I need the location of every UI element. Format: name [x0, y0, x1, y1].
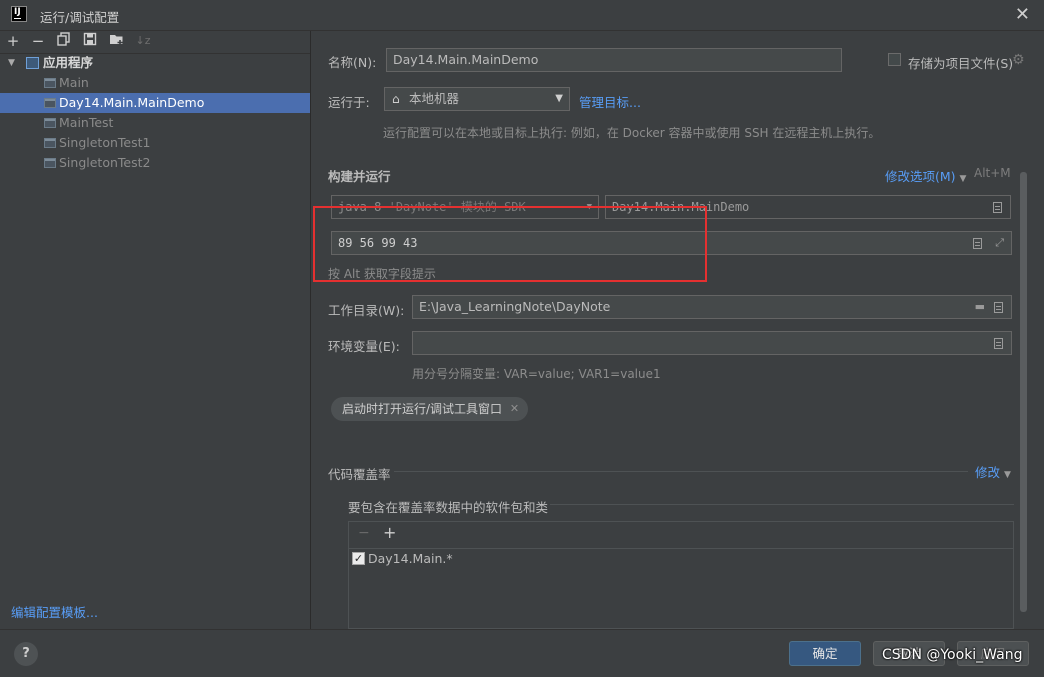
home-icon: ⌂ — [392, 92, 400, 106]
jdk-select[interactable]: java 8 'DayNote' 模块的 SDK ▼ — [331, 195, 599, 219]
open-tool-window-chip[interactable]: 启动时打开运行/调试工具窗口 ✕ — [331, 397, 529, 421]
help-button[interactable]: ? — [14, 642, 38, 666]
add-icon[interactable]: + — [4, 32, 22, 50]
run-config-icon — [44, 98, 56, 108]
working-dir-input[interactable]: E:\Java_LearningNote\DayNote ▬ — [412, 295, 1012, 319]
coverage-modify-label: 修改 — [975, 465, 1001, 480]
store-as-project-label: 存储为项目文件(S) — [908, 56, 1014, 71]
tree-item-mainDemo[interactable]: Day14.Main.MainDemo — [0, 93, 310, 113]
tree-item-main[interactable]: Main — [0, 73, 310, 93]
name-input[interactable]: Day14.Main.MainDemo — [386, 48, 842, 72]
run-config-icon — [44, 138, 56, 148]
alt-field-hint: 按 Alt 获取字段提示 — [328, 267, 436, 281]
run-on-label: 运行于: — [328, 95, 370, 110]
title-bar: IJ 运行/调试配置 ✕ — [0, 0, 1044, 31]
coverage-separator — [394, 471, 968, 472]
new-folder-icon[interactable] — [108, 32, 126, 50]
env-vars-label: 环境变量(E): — [328, 339, 400, 354]
remove-icon[interactable]: − — [358, 525, 370, 541]
jdk-module-hint: 'DayNote' 模块的 SDK — [388, 200, 526, 214]
close-icon[interactable]: ✕ — [1015, 4, 1030, 25]
chevron-down-icon: ▼ — [8, 58, 15, 68]
tree-item-maintest[interactable]: MainTest — [0, 113, 310, 133]
tree-item-singletontest2[interactable]: SingletonTest2 — [0, 153, 310, 173]
coverage-item-label: Day14.Main.* — [368, 551, 453, 566]
env-vars-input[interactable] — [412, 331, 1012, 355]
intellij-logo-icon: IJ — [11, 6, 27, 22]
coverage-item-checkbox[interactable]: ✓ — [352, 552, 365, 565]
chevron-down-icon: ▼ — [586, 202, 592, 212]
edit-templates-link[interactable]: 编辑配置模板... — [11, 602, 98, 621]
env-vars-hint: 用分号分隔变量: VAR=value; VAR1=value1 — [412, 367, 661, 381]
tree-item-singletontest1[interactable]: SingletonTest1 — [0, 133, 310, 153]
folder-icon[interactable]: ▬ — [975, 296, 985, 318]
close-icon[interactable]: ✕ — [510, 397, 519, 421]
modify-options-shortcut: Alt+M — [974, 166, 1011, 180]
remove-icon[interactable]: − — [29, 32, 47, 50]
name-label: 名称(N): — [328, 55, 377, 70]
save-icon[interactable] — [81, 32, 99, 50]
gear-icon[interactable]: ⚙ — [1012, 52, 1025, 68]
modify-options-label: 修改选项(M) — [885, 169, 956, 184]
run-on-value: 本地机器 — [409, 91, 460, 106]
run-config-icon — [44, 118, 56, 128]
tree-group-label: 应用程序 — [43, 55, 94, 70]
run-config-icon — [44, 78, 56, 88]
vertical-scrollbar[interactable] — [1020, 172, 1027, 612]
manage-targets-link[interactable]: 管理目标... — [579, 92, 641, 111]
working-dir-value: E:\Java_LearningNote\DayNote — [419, 299, 611, 314]
modify-options-link[interactable]: 修改选项(M) ▼ — [885, 166, 966, 185]
tree-toolbar: + − ↓z — [0, 31, 310, 54]
coverage-modify-link[interactable]: 修改 ▼ — [975, 462, 1011, 481]
watermark-text: CSDN @Yooki_Wang — [882, 647, 1023, 663]
window-title: 运行/调试配置 — [40, 10, 120, 25]
macro-icon[interactable] — [973, 238, 982, 249]
tree-group-application[interactable]: ▼ 应用程序 — [0, 53, 310, 73]
jdk-value: java 8 — [338, 200, 382, 214]
run-on-hint: 运行配置可以在本地或目标上执行: 例如，在 Docker 容器中或使用 SSH … — [383, 126, 881, 140]
edit-env-icon[interactable] — [994, 338, 1003, 349]
coverage-list-toolbar: − + — [349, 522, 1013, 549]
chevron-down-icon: ▼ — [959, 174, 967, 184]
coverage-subsection-title: 要包含在覆盖率数据中的软件包和类 — [348, 500, 549, 515]
coverage-sub-separator — [550, 504, 1014, 505]
chevron-down-icon: ▼ — [555, 93, 563, 104]
program-arguments-value: 89 56 99 43 — [338, 236, 418, 250]
coverage-packages-list: − + — [348, 521, 1014, 629]
macro-icon[interactable] — [994, 302, 1003, 313]
add-icon[interactable]: + — [383, 523, 396, 542]
ok-button[interactable]: 确定 — [789, 641, 861, 666]
working-dir-label: 工作目录(W): — [328, 303, 405, 318]
expand-icon[interactable]: ⤢ — [995, 232, 1004, 254]
run-on-select[interactable]: ⌂ 本地机器 ▼ — [384, 87, 570, 111]
run-config-icon — [44, 158, 56, 168]
build-run-section-title: 构建并运行 — [328, 169, 391, 184]
store-as-project-checkbox[interactable] — [888, 53, 901, 66]
sort-icon[interactable]: ↓z — [134, 32, 152, 50]
application-folder-icon — [26, 57, 39, 69]
browse-icon[interactable] — [993, 202, 1002, 213]
config-tree-panel: + − ↓z ▼ 应用程序 Main Day14.Main.MainDemo M… — [0, 31, 311, 629]
main-class-input[interactable]: Day14.Main.MainDemo — [605, 195, 1011, 219]
program-arguments-input[interactable]: 89 56 99 43 ⤢ — [331, 231, 1012, 255]
chip-label: 启动时打开运行/调试工具窗口 — [342, 402, 503, 416]
main-class-value: Day14.Main.MainDemo — [612, 200, 750, 214]
coverage-section-title: 代码覆盖率 — [328, 467, 391, 482]
chevron-down-icon: ▼ — [1004, 470, 1011, 480]
copy-icon[interactable] — [55, 32, 73, 50]
